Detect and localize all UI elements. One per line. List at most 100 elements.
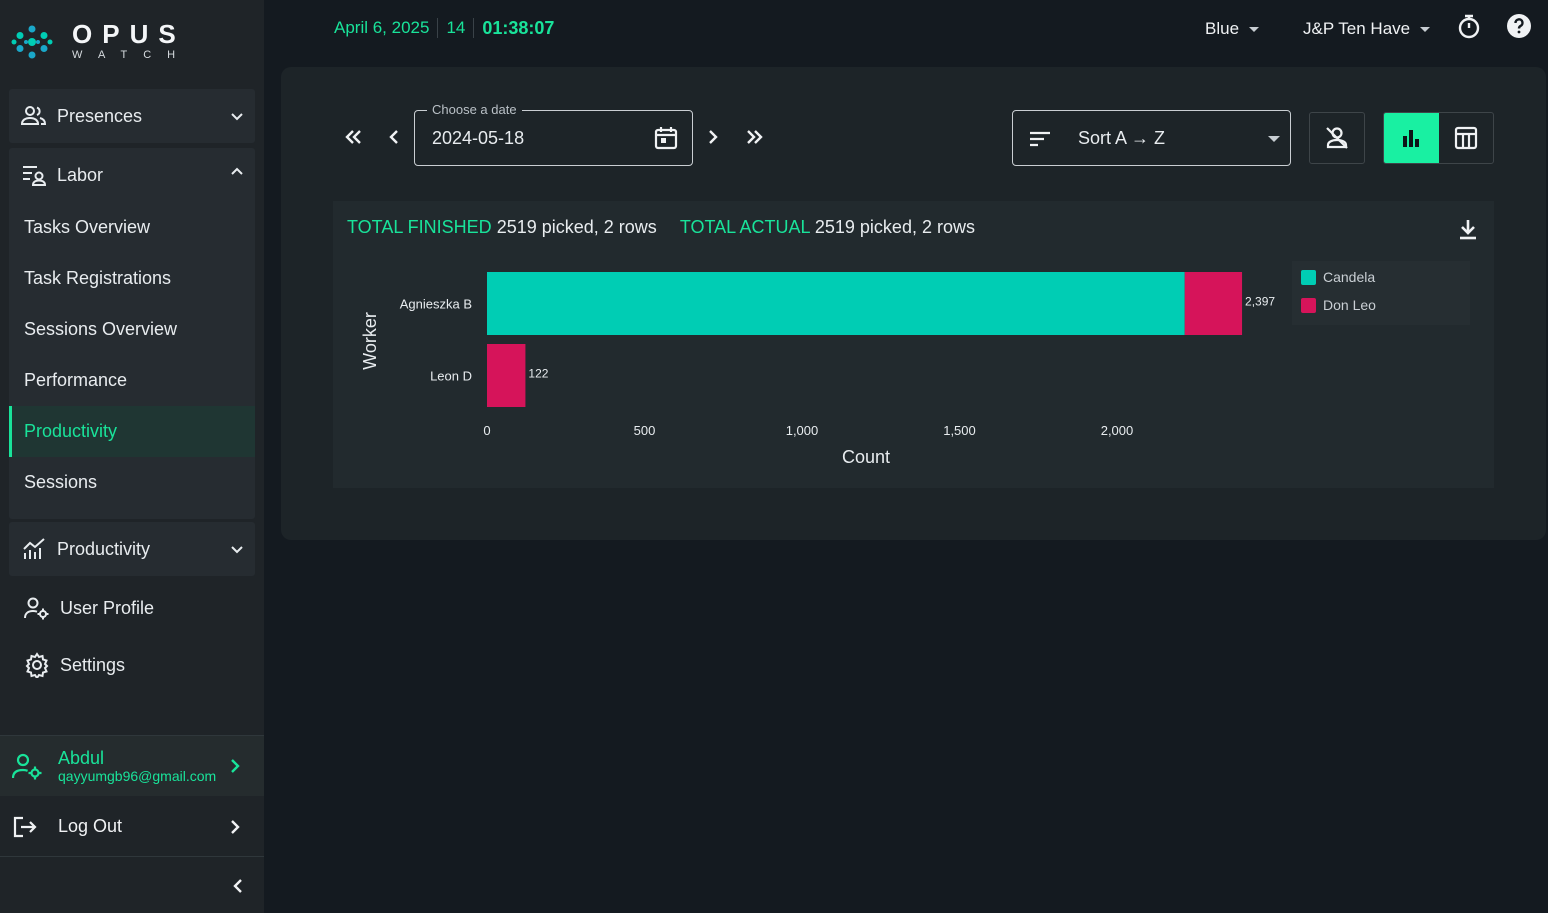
legend-label: Don Leo <box>1323 297 1376 313</box>
logout-icon <box>13 816 37 837</box>
previous-date-button[interactable] <box>383 123 405 151</box>
x-tick-label: 1,000 <box>786 423 819 438</box>
double-chevron-left-icon <box>345 130 361 144</box>
nav-labor-label: Labor <box>57 164 104 185</box>
sort-select[interactable]: Sort A → Z <box>1012 110 1291 166</box>
y-tick-label: Agnieszka B <box>400 297 472 312</box>
user-email: qayyumgb96@gmail.com <box>58 768 217 784</box>
current-date: April 6, 2025 <box>334 18 430 37</box>
nav-group-labor: Labor Tasks Overview Task Registrations … <box>9 148 255 519</box>
x-tick-label: 2,000 <box>1101 423 1134 438</box>
nav-productivity[interactable]: Productivity <box>9 522 255 576</box>
chevron-right-icon <box>709 130 718 144</box>
user-settings-icon <box>24 597 49 620</box>
nav-settings-label: Settings <box>60 654 126 675</box>
sidebar-item-tasks-overview[interactable]: Tasks Overview <box>9 202 255 253</box>
x-tick-label: 1,500 <box>943 423 976 438</box>
chevron-up-icon <box>231 167 243 175</box>
week-number: 14 <box>446 18 466 37</box>
bar-candela <box>487 272 1185 335</box>
x-axis-title: Count <box>842 447 890 467</box>
team-select[interactable]: Blue <box>1205 18 1260 40</box>
collapse-sidebar-icon[interactable] <box>226 874 250 898</box>
nav-group-productivity: Productivity <box>9 522 255 576</box>
bar-total-label: 2,397 <box>1245 295 1275 309</box>
divider <box>473 18 475 38</box>
caret-down-icon <box>1268 136 1280 142</box>
logout-button[interactable]: Log Out <box>0 797 264 857</box>
person-off-icon <box>1326 127 1348 149</box>
sidebar-item-sessions[interactable]: Sessions <box>9 457 255 508</box>
analytics-icon <box>21 536 47 562</box>
help-icon[interactable] <box>1506 13 1532 39</box>
chart-card: TOTAL FINISHED 2519 picked, 2 rows TOTAL… <box>333 201 1494 488</box>
sort-icon <box>1030 131 1050 147</box>
logo-wordmark: OPUS <box>72 19 186 49</box>
double-chevron-right-icon <box>747 130 763 144</box>
logout-label: Log Out <box>58 816 123 836</box>
last-date-button[interactable] <box>743 123 765 151</box>
table-icon <box>1454 126 1477 150</box>
team-select-value: Blue <box>1205 19 1240 38</box>
bar-total-label: 122 <box>528 367 548 381</box>
nav-settings[interactable]: Settings <box>24 645 125 685</box>
bar-don-leo <box>1184 272 1243 335</box>
nav-productivity-label: Productivity <box>57 538 151 559</box>
table-view-button[interactable] <box>1439 113 1494 163</box>
logo-mark-icon <box>11 25 53 59</box>
x-tick-label: 0 <box>483 423 490 438</box>
gear-icon <box>25 652 49 678</box>
x-tick-label: 500 <box>634 423 656 438</box>
chevron-right-icon <box>231 819 240 834</box>
chevron-left-icon <box>389 130 398 144</box>
bar-chart-icon <box>1403 130 1420 147</box>
chevron-down-icon <box>231 546 243 554</box>
sidebar-item-performance[interactable]: Performance <box>9 355 255 406</box>
legend-swatch <box>1301 270 1316 285</box>
opus-watch-logo[interactable]: OPUS WATCH <box>10 20 191 64</box>
divider <box>437 18 439 38</box>
sidebar-item-task-registrations[interactable]: Task Registrations <box>9 253 255 304</box>
user-name: Abdul <box>58 748 105 768</box>
sidebar-item-productivity[interactable]: Productivity <box>9 406 255 457</box>
company-select-value: J&P Ten Have <box>1303 19 1411 38</box>
legend-label: Candela <box>1323 269 1375 285</box>
sidebar-item-sessions-overview[interactable]: Sessions Overview <box>9 304 255 355</box>
current-user[interactable]: Abdul qayyumgb96@gmail.com <box>0 735 264 796</box>
company-select[interactable]: J&P Ten Have <box>1303 18 1431 40</box>
current-datetime: April 6, 2025 14 01:38:07 <box>334 18 554 38</box>
y-axis-title: Worker <box>360 312 380 370</box>
nav-group-presences: Presences <box>9 89 255 143</box>
legend-swatch <box>1301 298 1316 313</box>
sort-select-value: Sort A → Z <box>1078 128 1166 148</box>
caret-down-icon <box>1420 26 1431 32</box>
legend-box <box>1292 261 1470 325</box>
y-tick-label: Leon D <box>430 369 472 384</box>
user-settings-icon <box>12 753 42 780</box>
sidebar: OPUS WATCH Presences Labor Tasks Overvie… <box>0 0 264 913</box>
chart-view-button[interactable] <box>1384 113 1439 163</box>
next-date-button[interactable] <box>702 123 724 151</box>
calendar-icon[interactable] <box>653 125 679 151</box>
nav-labor[interactable]: Labor <box>9 148 255 202</box>
labor-list-icon <box>21 162 47 188</box>
date-picker-label: Choose a date <box>427 102 522 117</box>
date-picker-field[interactable]: Choose a date 2024-05-18 <box>414 102 693 166</box>
nav-user-profile-label: User Profile <box>60 597 155 618</box>
hide-inactive-workers-button[interactable] <box>1309 112 1365 164</box>
users-icon <box>21 103 47 129</box>
first-date-button[interactable] <box>343 123 365 151</box>
view-toggle <box>1383 112 1494 164</box>
productivity-bar-chart: Worker Agnieszka B 2,397 Leon D 122 0 500 1,000… <box>360 261 1470 467</box>
bar-don-leo <box>487 344 526 407</box>
nav-user-profile[interactable]: User Profile <box>24 588 154 628</box>
nav-presences[interactable]: Presences <box>9 89 255 143</box>
chevron-right-icon <box>231 759 240 773</box>
current-time: 01:38:07 <box>482 17 555 38</box>
stopwatch-icon[interactable] <box>1456 13 1482 39</box>
caret-down-icon <box>1249 26 1260 32</box>
nav-presences-label: Presences <box>57 105 143 126</box>
chevron-down-icon <box>231 113 243 121</box>
date-picker-value: 2024-05-18 <box>432 128 525 148</box>
logo-subtitle: WATCH <box>72 49 192 61</box>
